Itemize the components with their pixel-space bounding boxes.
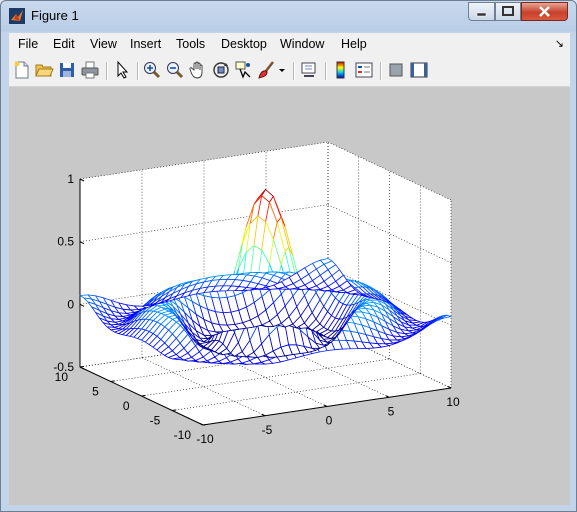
new-figure-icon[interactable] — [12, 60, 32, 80]
minimize-button[interactable] — [468, 2, 495, 21]
toolbar-separator — [293, 62, 295, 80]
x-tick-label: -10 — [196, 432, 214, 446]
open-file-icon[interactable] — [34, 60, 54, 80]
insert-colorbar-icon[interactable] — [331, 60, 351, 80]
menu-view[interactable]: View — [90, 37, 117, 51]
figure-toolbar — [9, 56, 570, 87]
mesh-plot[interactable]: -10-50510-10-50510-0.500.51 — [9, 87, 570, 505]
close-icon — [539, 6, 550, 17]
rotate-3d-icon[interactable] — [211, 60, 231, 80]
show-plot-tools-icon[interactable] — [409, 60, 429, 80]
maximize-button[interactable] — [495, 2, 521, 21]
save-icon[interactable] — [57, 60, 77, 80]
hide-plot-tools-icon[interactable] — [386, 60, 406, 80]
x-tick-label: 10 — [446, 395, 460, 409]
title-bar[interactable]: Figure 1 — [1, 1, 576, 31]
y-tick-mark — [110, 380, 115, 382]
y-tick-mark — [202, 423, 208, 426]
x-tick-label: 5 — [388, 404, 395, 418]
pan-hand-icon[interactable] — [188, 60, 208, 80]
x-tick-label: -5 — [262, 423, 273, 437]
print-icon[interactable] — [80, 60, 100, 80]
y-tick-mark — [141, 394, 146, 397]
menu-desktop[interactable]: Desktop — [221, 37, 267, 51]
menu-bar: File Edit View Insert Tools Desktop Wind… — [9, 33, 570, 56]
z-tick-label: 1 — [67, 172, 74, 186]
maximize-icon — [502, 6, 514, 16]
menu-tools[interactable]: Tools — [176, 37, 205, 51]
z-tick-label: 0.5 — [57, 235, 74, 249]
figure-window: Figure 1 File Edit View Insert Tools Des… — [0, 0, 577, 512]
figure-canvas[interactable]: -10 -5 0 5 10 -10 -5 0 5 10 -0.5 0 0.5 1 — [9, 87, 570, 505]
menu-help[interactable]: Help — [341, 37, 367, 51]
y-tick-label: -10 — [174, 428, 192, 442]
brush-dropdown-icon[interactable] — [277, 60, 287, 80]
toolbar-separator — [380, 62, 382, 80]
zoom-in-icon[interactable] — [142, 60, 162, 80]
data-cursor-icon[interactable] — [234, 60, 254, 80]
y-tick-label: -5 — [150, 414, 161, 428]
window-title: Figure 1 — [31, 8, 79, 23]
menu-file[interactable]: File — [18, 37, 38, 51]
toolbar-separator — [137, 62, 139, 80]
z-tick-label: 0 — [67, 297, 74, 311]
zoom-out-icon[interactable] — [165, 60, 185, 80]
menu-insert[interactable]: Insert — [130, 37, 161, 51]
matlab-app-icon — [9, 8, 25, 24]
insert-legend-icon[interactable] — [354, 60, 374, 80]
edit-plot-arrow-icon[interactable] — [112, 60, 132, 80]
brush-icon[interactable] — [257, 60, 277, 80]
close-button[interactable] — [521, 2, 568, 21]
y-tick-label: 5 — [92, 385, 99, 399]
menu-window[interactable]: Window — [280, 37, 324, 51]
z-tick-label: -0.5 — [53, 360, 74, 374]
y-tick-label: 0 — [123, 399, 130, 413]
x-tick-label: 0 — [326, 414, 333, 428]
link-plot-icon[interactable] — [299, 60, 319, 80]
y-tick-mark — [172, 409, 177, 411]
dock-arrow-icon[interactable]: ↘ — [555, 37, 564, 50]
minimize-icon — [476, 12, 487, 17]
toolbar-separator — [325, 62, 327, 80]
toolbar-separator — [106, 62, 108, 80]
menu-edit[interactable]: Edit — [53, 37, 75, 51]
